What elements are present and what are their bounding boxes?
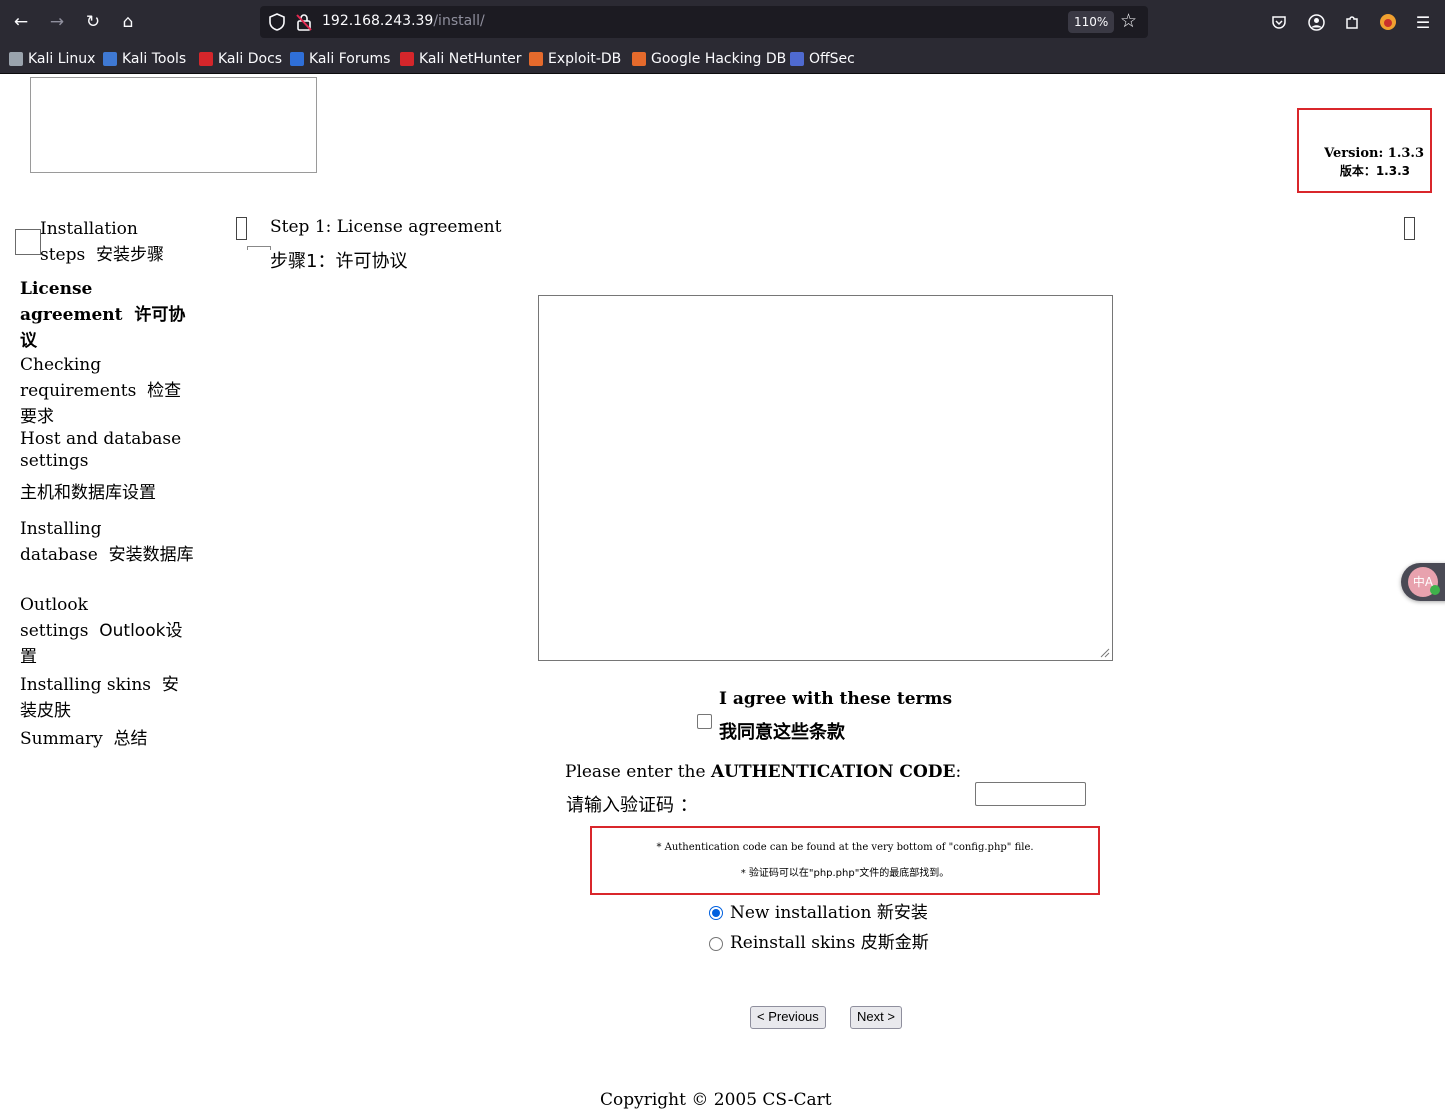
version-box: Version: 1.3.3 版本：1.3.3	[1297, 108, 1432, 193]
kali-nethunter-icon	[400, 52, 414, 66]
license-textarea[interactable]	[538, 295, 1113, 661]
next-button[interactable]: Next >	[850, 1006, 902, 1029]
auth-code-note-en: * Authentication code can be found at th…	[656, 842, 1034, 853]
extension-fox-icon[interactable]	[1376, 10, 1400, 34]
account-icon[interactable]	[1304, 10, 1328, 34]
zoom-level-badge[interactable]: 110%	[1068, 11, 1115, 33]
bookmark-kali-docs[interactable]: Kali Docs	[199, 49, 282, 69]
auth-code-note-zh: * 验证码可以在"php.php"文件的最底部找到。	[740, 868, 950, 879]
step-title: Step 1: License agreement	[270, 217, 502, 237]
agree-terms-label[interactable]: I agree with these terms	[719, 688, 952, 710]
auth-code-note: * Authentication code can be found at th…	[590, 826, 1100, 895]
reload-icon[interactable]: ↻	[79, 8, 107, 36]
reinstall-skins-label[interactable]: Reinstall skins 皮斯金斯	[730, 932, 929, 954]
sidebar-item-host-database-settings: Host and database settings 主机和数据库设置	[20, 429, 182, 503]
offsec-icon	[790, 52, 804, 66]
header-corner-left	[236, 217, 247, 240]
auth-code-input[interactable]	[975, 782, 1086, 806]
new-installation-radio[interactable]	[709, 906, 723, 920]
sidebar-heading: Installation steps 安装步骤	[40, 219, 165, 265]
shield-icon[interactable]	[268, 12, 286, 32]
header-corner-right	[1404, 217, 1415, 240]
reinstall-skins-radio[interactable]	[709, 937, 723, 951]
bookmark-exploit-db[interactable]: Exploit-DB	[529, 49, 621, 69]
previous-button[interactable]: < Previous	[750, 1006, 826, 1029]
sidebar-item-checking-requirements: Checking requirements 检查要求	[20, 355, 182, 427]
bookmark-kali-forums[interactable]: Kali Forums	[290, 49, 390, 69]
sidebar-item-outlook-settings: Outlook settings Outlook设置	[20, 595, 183, 667]
kali-tools-icon	[103, 52, 117, 66]
bookmark-google-hacking-db[interactable]: Google Hacking DB	[632, 49, 786, 69]
url-host: 192.168.243.39	[322, 13, 434, 29]
version-zh: 版本：1.3.3	[1339, 164, 1410, 178]
exploit-db-icon	[529, 52, 543, 66]
url-bar[interactable]: 192.168.243.39/install/ 110% ☆	[260, 6, 1148, 38]
sidebar-item-license-agreement: License agreement 许可协议	[20, 279, 186, 351]
bookmarks-bar: Kali Linux Kali Tools Kali Docs Kali For…	[0, 44, 1445, 74]
new-installation-label[interactable]: New installation 新安装	[730, 902, 928, 924]
hamburger-menu-icon[interactable]: ☰	[1411, 10, 1435, 34]
forward-arrow-icon[interactable]: →	[43, 8, 71, 36]
sidebar-item-installing-skins: Installing skins 安装皮肤	[20, 675, 179, 721]
url-text[interactable]: 192.168.243.39/install/	[322, 13, 485, 29]
pocket-icon[interactable]	[1267, 10, 1291, 34]
step-title-zh: 步骤1：许可协议	[270, 251, 408, 272]
bookmark-kali-nethunter[interactable]: Kali NetHunter	[400, 49, 521, 69]
kali-docs-icon	[199, 52, 213, 66]
header-divider	[247, 246, 271, 250]
bookmark-offsec[interactable]: OffSec	[790, 49, 855, 69]
version-en: Version: 1.3.3	[1324, 146, 1424, 161]
agree-terms-checkbox[interactable]	[697, 714, 712, 729]
browser-toolbar: ← → ↻ ⌂ 192.168.243.39/install/ 110% ☆ ☰	[0, 0, 1445, 44]
bookmark-kali-tools[interactable]: Kali Tools	[103, 49, 186, 69]
extensions-puzzle-icon[interactable]	[1340, 10, 1364, 34]
agree-terms-label-zh[interactable]: 我同意这些条款	[719, 721, 845, 745]
auth-code-label-zh: 请输入验证码 ：	[566, 795, 698, 816]
bookmark-kali-linux[interactable]: Kali Linux	[9, 49, 95, 69]
translate-widget[interactable]: 中A	[1401, 563, 1445, 601]
resize-grip-icon[interactable]	[1100, 648, 1110, 658]
kali-forums-icon	[290, 52, 304, 66]
url-path: /install/	[433, 13, 485, 29]
sidebar-item-summary: Summary 总结	[20, 729, 148, 749]
sidebar-item-installing-database: Installing database 安装数据库	[20, 519, 194, 565]
logo-placeholder	[30, 77, 317, 173]
check-icon	[1430, 585, 1440, 595]
google-hacking-db-icon	[632, 52, 646, 66]
sidebar-image-placeholder	[15, 229, 41, 255]
home-icon[interactable]: ⌂	[114, 8, 142, 36]
kali-dragon-icon	[9, 52, 23, 66]
page-content: Version: 1.3.3 版本：1.3.3 Installation ste…	[0, 74, 1445, 1110]
back-arrow-icon[interactable]: ←	[7, 8, 35, 36]
auth-code-label: Please enter the AUTHENTICATION CODE:	[565, 762, 962, 782]
bookmark-star-icon[interactable]: ☆	[1120, 10, 1137, 32]
insecure-lock-icon[interactable]	[294, 12, 314, 32]
